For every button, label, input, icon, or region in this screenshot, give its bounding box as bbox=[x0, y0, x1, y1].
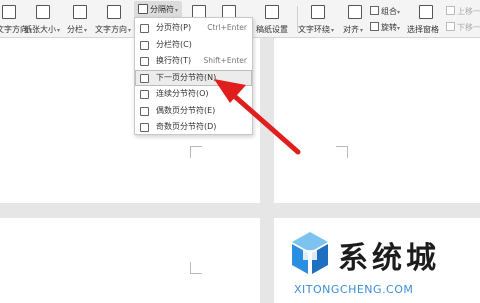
arrow-shaft bbox=[229, 91, 301, 155]
watermark-cn-text: 系统城 bbox=[338, 241, 440, 276]
xitongcheng-logo-icon bbox=[292, 232, 328, 274]
watermark-en-text: XITONGCHENG.COM bbox=[294, 283, 414, 296]
watermark: 系统城 XITONGCHENG.COM bbox=[288, 230, 480, 303]
